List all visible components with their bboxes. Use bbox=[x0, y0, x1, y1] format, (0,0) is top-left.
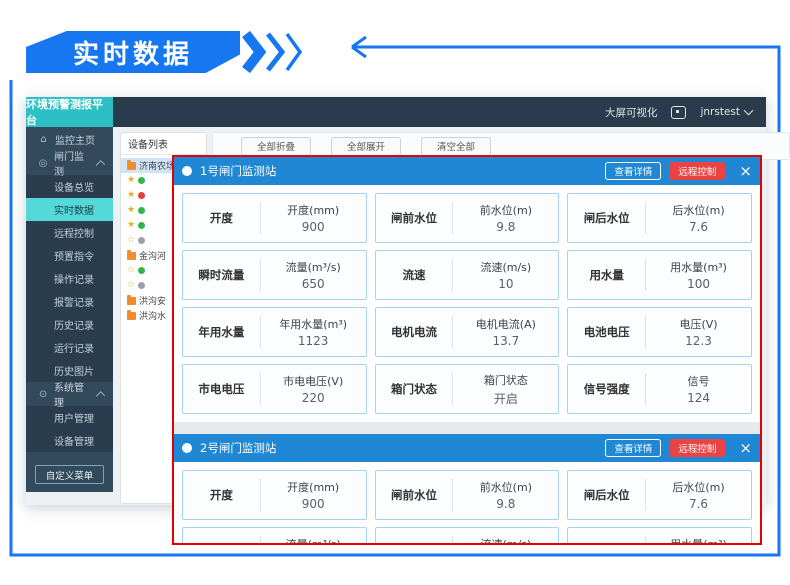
metric-cell-motor-current: 电机电流 电机电流(A)13.7 bbox=[375, 307, 560, 357]
metric-cell-upstream-level: 闸前水位 前水位(m)9.8 bbox=[375, 470, 560, 520]
chevron-up-icon bbox=[95, 391, 105, 401]
message-icon[interactable] bbox=[671, 106, 686, 119]
sidebar-item-alarm-log[interactable]: 报警记录 bbox=[26, 290, 113, 313]
station-panels-highlight: 1号闸门监测站 查看详情 远程控制 × 开度 开度(mm)900 闸前水位 前水… bbox=[172, 155, 762, 545]
sidebar-section-system-management[interactable]: ⊙ 系统管理 bbox=[26, 382, 113, 406]
user-menu[interactable]: jnrstest bbox=[700, 106, 752, 118]
metric-cell-opening: 开度 开度(mm)900 bbox=[182, 193, 367, 243]
metric-cell-velocity: 流速 流速(m/s)10 bbox=[375, 527, 560, 545]
collapse-all-button[interactable]: 全部折叠 bbox=[241, 137, 311, 156]
station-status-dot-icon bbox=[182, 166, 192, 176]
station-2-metrics: 开度 开度(mm)900 闸前水位 前水位(m)9.8 闸后水位 后水位(m)7… bbox=[174, 462, 760, 545]
chevron-up-icon bbox=[95, 160, 105, 170]
chevron-down-icon bbox=[744, 106, 754, 116]
top-bar: 环境预警测报平台 大屏可视化 jnrstest bbox=[26, 97, 766, 127]
sidebar-item-run-log[interactable]: 运行记录 bbox=[26, 336, 113, 359]
sidebar-item-realtime-data[interactable]: 实时数据 bbox=[26, 198, 113, 221]
station-panel-1: 1号闸门监测站 查看详情 远程控制 × 开度 开度(mm)900 闸前水位 前水… bbox=[174, 157, 760, 422]
custom-menu-button[interactable]: 自定义菜单 bbox=[35, 465, 104, 484]
sidebar-item-operation-log[interactable]: 操作记录 bbox=[26, 267, 113, 290]
sidebar-item-remote-control[interactable]: 远程控制 bbox=[26, 221, 113, 244]
star-filled-icon[interactable]: ★ bbox=[127, 176, 135, 185]
big-screen-link[interactable]: 大屏可视化 bbox=[605, 105, 658, 120]
view-details-button[interactable]: 查看详情 bbox=[605, 439, 661, 457]
chevron-right-icon bbox=[268, 34, 282, 70]
star-hollow-icon[interactable]: ☆ bbox=[127, 281, 135, 290]
status-dot-gray bbox=[138, 282, 145, 289]
sidebar-item-device-overview[interactable]: 设备总览 bbox=[26, 175, 113, 198]
metric-cell-velocity: 流速 流速(m/s)10 bbox=[375, 250, 560, 300]
expand-all-button[interactable]: 全部展开 bbox=[331, 137, 401, 156]
close-icon[interactable]: × bbox=[739, 164, 752, 179]
metric-cell-downstream-level: 闸后水位 后水位(m)7.6 bbox=[567, 193, 752, 243]
status-dot-green bbox=[138, 177, 145, 184]
sidebar-item-preset-commands[interactable]: 预置指令 bbox=[26, 244, 113, 267]
station-1-header: 1号闸门监测站 查看详情 远程控制 × bbox=[174, 157, 760, 185]
station-status-dot-icon bbox=[182, 443, 192, 453]
status-dot-green bbox=[138, 222, 145, 229]
page-title: 实时数据 bbox=[73, 34, 193, 71]
folder-icon bbox=[127, 162, 136, 170]
status-dot-gray bbox=[138, 237, 145, 244]
sidebar: ⌂ 监控主页 ◎ 闸门监测 设备总览 实时数据 远程控制 预置指令 操作记录 报… bbox=[26, 127, 113, 492]
star-hollow-icon[interactable]: ☆ bbox=[127, 236, 135, 245]
star-filled-icon[interactable]: ★ bbox=[127, 191, 135, 200]
metric-cell-instant-flow: 瞬时流量 流量(m³/s)650 bbox=[182, 527, 367, 545]
folder-icon bbox=[127, 312, 136, 320]
remote-control-button[interactable]: 远程控制 bbox=[669, 439, 725, 457]
star-filled-icon[interactable]: ★ bbox=[127, 221, 135, 230]
panel-gap bbox=[174, 422, 760, 434]
gear-icon: ⊙ bbox=[38, 389, 48, 400]
metric-cell-box-door-status: 箱门状态 箱门状态开启 bbox=[375, 364, 560, 414]
metric-cell-opening: 开度 开度(mm)900 bbox=[182, 470, 367, 520]
station-2-header: 2号闸门监测站 查看详情 远程控制 × bbox=[174, 434, 760, 462]
sidebar-section-gate-monitoring[interactable]: ◎ 闸门监测 bbox=[26, 151, 113, 175]
home-icon: ⌂ bbox=[38, 134, 49, 145]
station-title: 1号闸门监测站 bbox=[200, 163, 597, 179]
remote-control-button[interactable]: 远程控制 bbox=[669, 162, 725, 180]
station-panel-2: 2号闸门监测站 查看详情 远程控制 × 开度 开度(mm)900 闸前水位 前水… bbox=[174, 434, 760, 545]
metric-cell-yearly-usage: 年用水量 年用水量(m³)1123 bbox=[182, 307, 367, 357]
status-dot-green bbox=[138, 207, 145, 214]
metric-cell-mains-voltage: 市电电压 市电电压(V)220 bbox=[182, 364, 367, 414]
clear-all-button[interactable]: 清空全部 bbox=[421, 137, 491, 156]
status-dot-green bbox=[138, 267, 145, 274]
station-title: 2号闸门监测站 bbox=[200, 440, 597, 456]
chevron-right-icon bbox=[287, 34, 300, 70]
sidebar-item-device-management[interactable]: 设备管理 bbox=[26, 429, 113, 452]
metric-cell-signal-strength: 信号强度 信号124 bbox=[567, 364, 752, 414]
page-title-banner: 实时数据 bbox=[26, 31, 240, 73]
app-logo: 环境预警测报平台 bbox=[26, 97, 113, 127]
station-1-metrics: 开度 开度(mm)900 闸前水位 前水位(m)9.8 闸后水位 后水位(m)7… bbox=[174, 185, 760, 422]
metric-cell-water-usage: 用水量 用水量(m³)100 bbox=[567, 250, 752, 300]
username: jnrstest bbox=[700, 106, 740, 118]
device-list-title: 设备列表 bbox=[121, 133, 206, 155]
metric-cell-battery-voltage: 电池电压 电压(V)12.3 bbox=[567, 307, 752, 357]
chevron-right-icon bbox=[246, 34, 260, 70]
gauge-icon: ◎ bbox=[38, 158, 48, 169]
star-filled-icon[interactable]: ★ bbox=[127, 206, 135, 215]
metric-cell-downstream-level: 闸后水位 后水位(m)7.6 bbox=[567, 470, 752, 520]
folder-icon bbox=[127, 297, 136, 305]
metric-cell-instant-flow: 瞬时流量 流量(m³/s)650 bbox=[182, 250, 367, 300]
sidebar-item-history-log[interactable]: 历史记录 bbox=[26, 313, 113, 336]
status-dot-red bbox=[138, 192, 145, 199]
metric-cell-upstream-level: 闸前水位 前水位(m)9.8 bbox=[375, 193, 560, 243]
folder-icon bbox=[127, 252, 136, 260]
close-icon[interactable]: × bbox=[739, 441, 752, 456]
arrow-left-icon bbox=[352, 37, 366, 57]
metric-cell-water-usage: 用水量 用水量(m³)100 bbox=[567, 527, 752, 545]
view-details-button[interactable]: 查看详情 bbox=[605, 162, 661, 180]
star-hollow-icon[interactable]: ☆ bbox=[127, 266, 135, 275]
sidebar-item-user-management[interactable]: 用户管理 bbox=[26, 406, 113, 429]
